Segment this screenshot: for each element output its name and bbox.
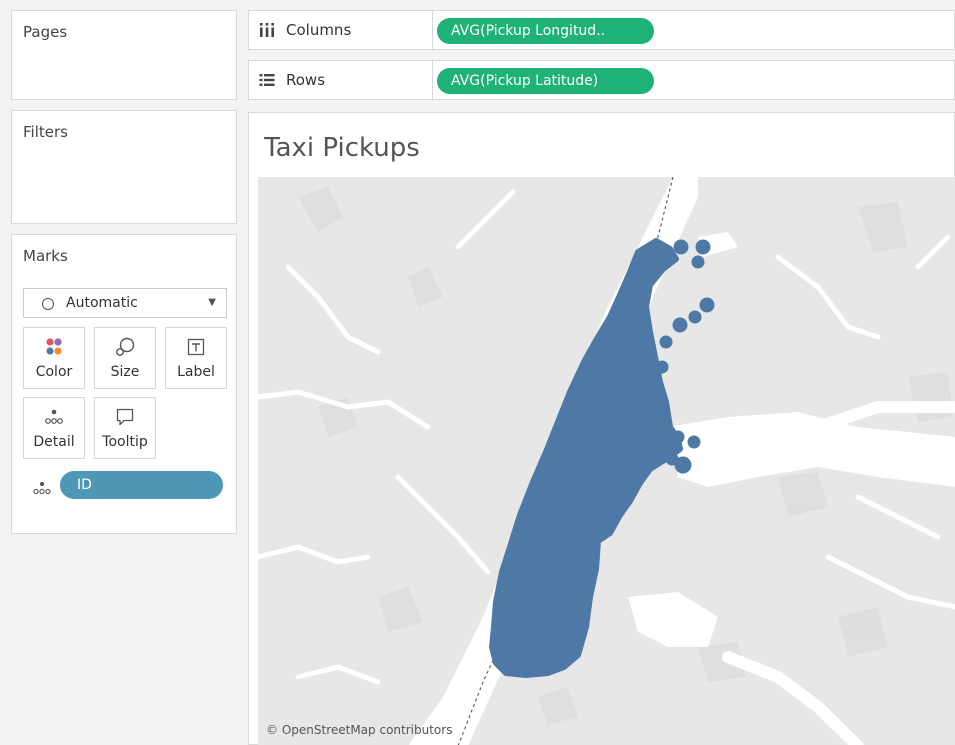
tableau-workspace: Pages Filters Marks Automatic ▼ Color Si… <box>0 0 955 745</box>
columns-shelf[interactable]: Columns AVG(Pickup Longitud.. <box>248 10 955 50</box>
color-label: Color <box>35 364 73 380</box>
latitude-pill[interactable]: AVG(Pickup Latitude) <box>437 68 654 94</box>
marks-field-row: ID <box>32 471 227 501</box>
columns-icon <box>258 21 276 43</box>
detail-icon <box>32 480 52 499</box>
columns-label: Columns <box>286 21 352 39</box>
longitude-pill[interactable]: AVG(Pickup Longitud.. <box>437 18 654 44</box>
filters-title: Filters <box>23 123 68 141</box>
mark-type-label: Automatic <box>66 295 138 311</box>
marks-title: Marks <box>23 247 68 265</box>
marks-card: Marks Automatic ▼ Color Size Label Detai… <box>11 234 237 534</box>
chevron-down-icon: ▼ <box>208 297 216 308</box>
rows-icon <box>258 71 276 93</box>
color-icon <box>24 336 84 358</box>
rows-label: Rows <box>286 71 326 89</box>
tooltip-button[interactable]: Tooltip <box>94 397 156 459</box>
mark-type-dropdown[interactable]: Automatic ▼ <box>23 288 227 318</box>
circle-icon <box>42 298 54 310</box>
filters-card[interactable]: Filters <box>11 110 237 224</box>
tooltip-label: Tooltip <box>102 434 148 450</box>
size-button[interactable]: Size <box>94 327 156 389</box>
pages-card[interactable]: Pages <box>11 10 237 100</box>
viz-title: Taxi Pickups <box>264 133 420 163</box>
rows-shelf-header: Rows <box>249 61 433 99</box>
map-view[interactable]: © OpenStreetMap contributors <box>258 177 955 745</box>
size-icon <box>95 336 155 358</box>
columns-shelf-header: Columns <box>249 11 433 49</box>
basemap <box>258 177 955 745</box>
tooltip-icon <box>95 406 155 428</box>
pages-title: Pages <box>23 23 68 41</box>
detail-label: Detail <box>33 434 75 450</box>
map-attribution: © OpenStreetMap contributors <box>266 723 453 737</box>
label-icon <box>166 336 226 358</box>
viz-pane: Taxi Pickups © OpenStreetMap contributor… <box>248 112 955 745</box>
label-button[interactable]: Label <box>165 327 227 389</box>
id-field-pill[interactable]: ID <box>60 471 223 499</box>
rows-shelf[interactable]: Rows AVG(Pickup Latitude) <box>248 60 955 100</box>
size-label: Size <box>110 364 140 380</box>
color-button[interactable]: Color <box>23 327 85 389</box>
label-label: Label <box>177 364 215 380</box>
detail-icon <box>24 406 84 428</box>
detail-button[interactable]: Detail <box>23 397 85 459</box>
